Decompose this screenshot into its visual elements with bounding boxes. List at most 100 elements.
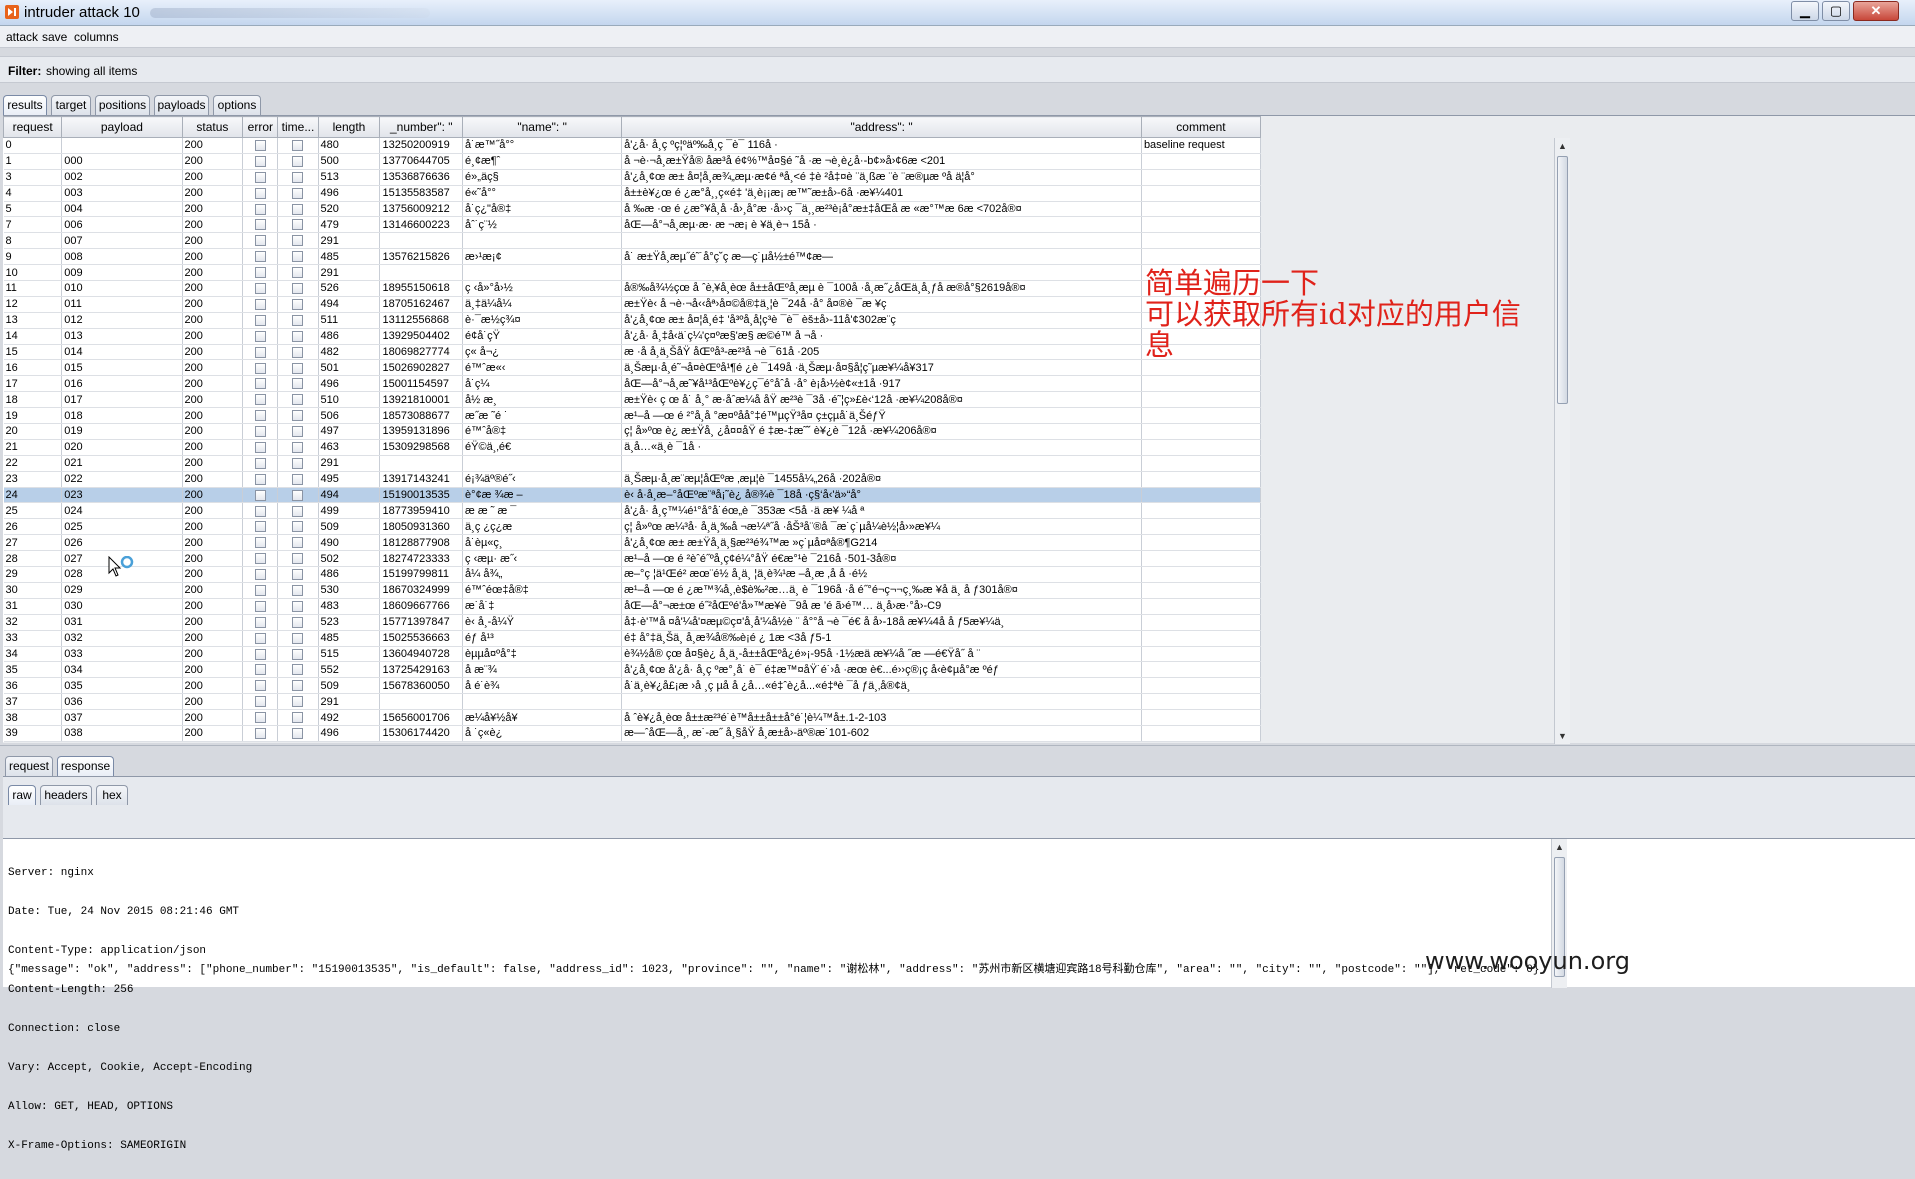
table-row[interactable]: 34 033 200 515 13604940728 èµµå¤ºå°‡ è¾½å® çœ … <box>3 646 1262 663</box>
checkbox[interactable] <box>292 648 304 660</box>
checkbox[interactable] <box>254 569 266 581</box>
column-header-payload[interactable]: payload <box>61 116 183 138</box>
checkbox[interactable] <box>254 140 266 152</box>
checkbox[interactable] <box>292 298 304 310</box>
checkbox[interactable] <box>292 505 304 517</box>
checkbox[interactable] <box>254 537 266 549</box>
table-row[interactable]: 30 029 200 530 18670324999 é™ˆéœ‡å®‡ æ¹–å —œ é… <box>3 582 1262 599</box>
checkbox[interactable] <box>292 727 304 739</box>
table-row[interactable]: 1 000 200 500 13770644705 é¸¢æ¶ˆ å ¬è·¬å¸æ±Ÿå®… <box>3 153 1262 170</box>
tab-payloads[interactable]: payloads <box>154 95 209 115</box>
table-row[interactable]: 12 011 200 494 18705162467 ä¸‡ä¼å¼ æ±Ÿè‹ å ¬è·… <box>3 296 1262 313</box>
checkbox[interactable] <box>254 489 266 501</box>
scroll-up-icon[interactable]: ▲ <box>1555 138 1570 154</box>
checkbox[interactable] <box>254 283 266 295</box>
table-row[interactable]: 33 032 200 485 15025536663 éƒ å¹³ é‡ å°‡ä¸Šä¸ … <box>3 630 1262 647</box>
checkbox[interactable] <box>292 680 304 692</box>
checkbox[interactable] <box>254 505 266 517</box>
checkbox[interactable] <box>254 426 266 438</box>
checkbox[interactable] <box>292 584 304 596</box>
checkbox[interactable] <box>292 664 304 676</box>
checkbox[interactable] <box>254 171 266 183</box>
menu-save[interactable]: save <box>42 30 67 44</box>
checkbox[interactable] <box>292 219 304 231</box>
checkbox[interactable] <box>292 457 304 469</box>
checkbox[interactable] <box>292 378 304 390</box>
checkbox[interactable] <box>254 553 266 565</box>
table-row[interactable]: 20 019 200 497 13959131896 é™ˆå®‡ ç¦ å»ºœ è¿ æ… <box>3 423 1262 440</box>
table-row[interactable]: 25 024 200 499 18773959410 æ æ ˜ æ ¯ å'¿å· å¸ç… <box>3 502 1262 520</box>
scroll-up-icon[interactable]: ▲ <box>1552 839 1567 855</box>
table-row[interactable]: 35 034 200 552 13725429163 å æ¨¾ å'¿å¸¢œ å'¿å·… <box>3 661 1262 679</box>
checkbox[interactable] <box>292 473 304 485</box>
checkbox[interactable] <box>254 600 266 612</box>
tab-positions[interactable]: positions <box>95 95 150 115</box>
checkbox[interactable] <box>292 203 304 215</box>
table-row[interactable]: 0 200 480 13250200919 å˙æ™˝å°° å'¿å· å¸ç ºç¦º… <box>3 137 1262 154</box>
checkbox[interactable] <box>254 298 266 310</box>
checkbox[interactable] <box>254 616 266 628</box>
table-row[interactable]: 18 017 200 510 13921810001 å½ æ¸ æ±Ÿè‹ ç œ å˙ … <box>3 391 1262 409</box>
table-row[interactable]: 39 038 200 496 15306174420 å ˙ç«è¿ æ—ˆåŒ—å¸‚ æ… <box>3 725 1262 742</box>
tab-request[interactable]: request <box>5 756 53 776</box>
checkbox[interactable] <box>292 283 304 295</box>
checkbox[interactable] <box>254 219 266 231</box>
checkbox[interactable] <box>254 235 266 247</box>
checkbox[interactable] <box>254 584 266 596</box>
table-row[interactable]: 37 036 200 291 <box>3 693 1262 711</box>
table-row[interactable]: 3 002 200 513 13536876636 é»„äç§ å'¿å¸¢œ æ± å¤… <box>3 169 1262 186</box>
table-row[interactable]: 29 028 200 486 15199799811 å¼ å¾„ æ–°ç ¦ä¹Œé² … <box>3 566 1262 583</box>
checkbox[interactable] <box>292 140 304 152</box>
checkbox[interactable] <box>254 267 266 279</box>
checkbox[interactable] <box>292 489 304 501</box>
checkbox[interactable] <box>292 569 304 581</box>
column-header-comment[interactable]: comment <box>1140 116 1262 138</box>
checkbox[interactable] <box>254 473 266 485</box>
table-row[interactable]: 26 025 200 509 18050931360 ä¸ç ¿ç¿æ ç¦ å»ºœ æ¼… <box>3 518 1262 536</box>
filter-bar[interactable]: Filter: showing all items <box>0 56 1915 83</box>
table-row[interactable]: 19 018 200 506 18573088677 æ˝æ ˜é ˙ æ¹–å —œ é … <box>3 407 1262 425</box>
checkbox[interactable] <box>254 712 266 724</box>
checkbox[interactable] <box>254 680 266 692</box>
tab-hex[interactable]: hex <box>96 785 128 805</box>
tab-headers[interactable]: headers <box>40 785 92 805</box>
scroll-thumb[interactable] <box>1557 156 1568 404</box>
table-row[interactable]: 31 030 200 483 18609667766 æ˙å˙‡ åŒ—å°¬æ±œ é˝²… <box>3 598 1262 615</box>
checkbox[interactable] <box>292 171 304 183</box>
checkbox[interactable] <box>292 712 304 724</box>
table-row[interactable]: 13 012 200 511 13112556868 è·¯æ½ç¾¤ å'¿å¸¢œ æ±… <box>3 312 1262 329</box>
column-header-address[interactable]: "address": " <box>621 116 1142 138</box>
checkbox[interactable] <box>254 727 266 739</box>
scroll-down-icon[interactable]: ▼ <box>1555 728 1570 744</box>
checkbox[interactable] <box>292 600 304 612</box>
checkbox[interactable] <box>254 362 266 374</box>
table-row[interactable]: 24 023 200 494 15190013535 è°¢æ ¾æ – è‹ å·å¸æ–… <box>3 487 1262 504</box>
minimize-button[interactable]: ▁ <box>1791 1 1819 21</box>
column-header-request[interactable]: request <box>2 116 63 138</box>
checkbox[interactable] <box>254 251 266 263</box>
checkbox[interactable] <box>254 632 266 644</box>
table-row[interactable]: 38 037 200 492 15656001706 æ¼å¥½å¥ å ˆè¥¿å¸èœ … <box>3 709 1262 726</box>
table-row[interactable]: 14 013 200 486 13929504402 é¢å˙çŸ å'¿å· å¸‡å‹ä… <box>3 328 1262 345</box>
maximize-button[interactable]: ▢ <box>1822 1 1850 21</box>
column-header-status[interactable]: status <box>181 116 244 138</box>
checkbox[interactable] <box>254 394 266 406</box>
checkbox[interactable] <box>292 235 304 247</box>
checkbox[interactable] <box>254 410 266 422</box>
checkbox[interactable] <box>292 362 304 374</box>
checkbox[interactable] <box>254 648 266 660</box>
table-row[interactable]: 7 006 200 479 13146600223 åˆ˙ç¨½ åŒ—å°¬å¸æµ·æ·… <box>3 216 1262 234</box>
checkbox[interactable] <box>292 187 304 199</box>
checkbox[interactable] <box>292 426 304 438</box>
checkbox[interactable] <box>254 155 266 167</box>
table-row[interactable]: 23 022 200 495 13917143241 é¡¾äº®é˝‹ ä¸Šæµ·å¸æ… <box>3 471 1262 488</box>
table-row[interactable]: 27 026 200 490 18128877908 å˙èµ«ç¸ å'¿å¸¢œ æ± … <box>3 534 1262 552</box>
table-row[interactable]: 11 010 200 526 18955150618 ç ‹å»°å›½ å®‰å¾½çœ … <box>3 280 1262 297</box>
checkbox[interactable] <box>254 457 266 469</box>
checkbox[interactable] <box>254 664 266 676</box>
panel-splitter[interactable] <box>0 745 1915 751</box>
column-header-number[interactable]: _number": " <box>379 116 464 138</box>
table-row[interactable]: 32 031 200 523 15771397847 è‹ å¸-å¼Ÿ å‡·è'™å ¤… <box>3 614 1262 631</box>
checkbox[interactable] <box>292 314 304 326</box>
checkbox[interactable] <box>254 521 266 533</box>
